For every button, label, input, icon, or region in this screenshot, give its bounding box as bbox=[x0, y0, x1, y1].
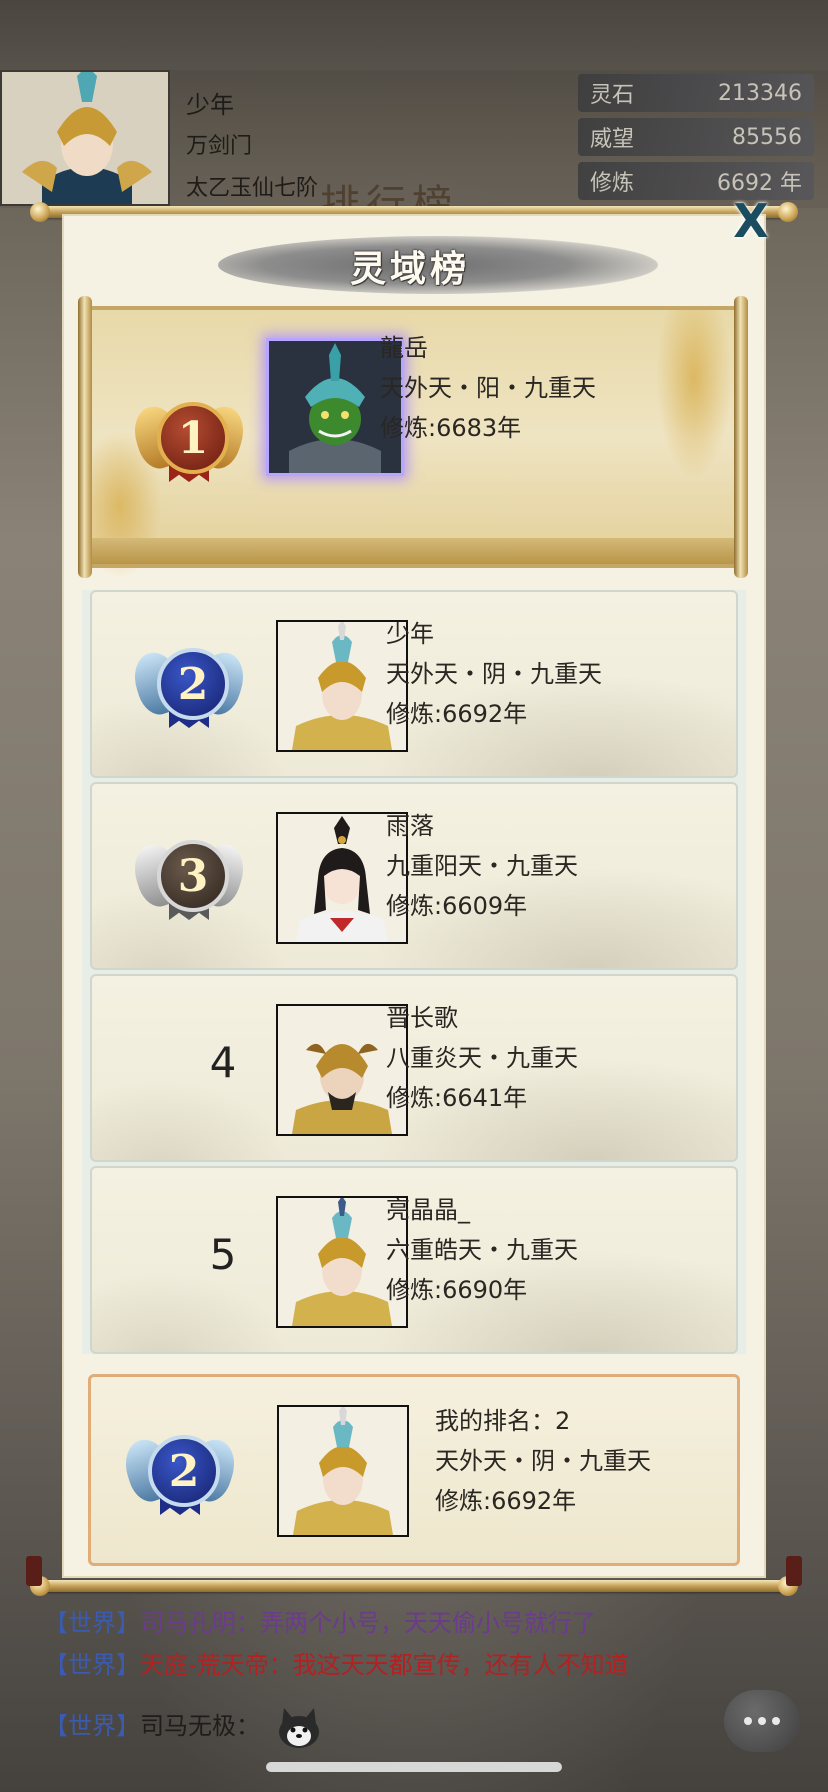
player-cultivation: 修炼:6692年 bbox=[386, 700, 528, 728]
player-cultivation: 修炼:6609年 bbox=[386, 892, 528, 920]
player-sect: 万剑门 bbox=[186, 134, 253, 159]
player-realm: 八重炎天・九重天 bbox=[386, 1044, 578, 1072]
list-item[interactable]: 2 少年 天外天・阴・九重天 修炼:6692年 bbox=[90, 590, 738, 778]
phoenix-ornament-right bbox=[656, 310, 732, 480]
chat-nick[interactable]: 司马无极 bbox=[140, 1712, 236, 1740]
chat-message: 【世界】司马孔明：弄两个小号，天天偷小号就行了 bbox=[44, 1602, 744, 1644]
player-realm: 天外天・阳・九重天 bbox=[380, 374, 596, 402]
chat-text: ： bbox=[236, 1712, 260, 1740]
stats-panel: 灵石 213346 威望 85556 修炼 6692 年 bbox=[578, 74, 814, 206]
stat-label: 威望 bbox=[590, 127, 635, 152]
close-button[interactable]: X bbox=[728, 198, 774, 244]
player-realm: 九重阳天・九重天 bbox=[386, 852, 578, 880]
player-avatar[interactable] bbox=[0, 70, 170, 206]
chat-text: ：弄两个小号，天天偷小号就行了 bbox=[236, 1609, 596, 1637]
stat-cultivation: 修炼 6692 年 bbox=[578, 162, 814, 200]
chat-channel: 【世界】 bbox=[44, 1651, 140, 1679]
player-cultivation: 修炼:6692年 bbox=[435, 1487, 577, 1515]
player-cultivation: 修炼:6690年 bbox=[386, 1276, 528, 1304]
stat-value: 85556 bbox=[732, 124, 802, 150]
chat-message: 【世界】天庭-荒天帝：我这天天都宣传，还有人不知道 bbox=[44, 1644, 744, 1686]
my-rank-label: 我的排名：2 bbox=[435, 1407, 571, 1435]
rank-info: 少年 天外天・阴・九重天 修炼:6692年 bbox=[386, 614, 602, 734]
rank-number: 3 bbox=[157, 840, 229, 912]
rank-info: 亮晶晶_ 六重皓天・九重天 修炼:6690年 bbox=[386, 1190, 578, 1310]
chat-dot-icon bbox=[772, 1717, 780, 1725]
rank-badge-silver: 3 bbox=[127, 828, 251, 928]
player-realm: 太乙玉仙七阶 bbox=[186, 176, 319, 201]
rank-number: 4 bbox=[209, 1038, 237, 1087]
rank-number: 5 bbox=[209, 1230, 237, 1279]
stat-label: 灵石 bbox=[590, 83, 635, 108]
outer-rod-right bbox=[786, 1556, 802, 1586]
rank-row-first[interactable]: 1 龍岳 天外天・阳・九重天 修炼:6683年 bbox=[78, 296, 748, 580]
player-name: 晋长歌 bbox=[386, 1004, 458, 1032]
ranking-list[interactable]: 2 少年 天外天・阴・九重天 修炼:6692年 3 雨落 九重阳天・九重天 修炼… bbox=[82, 590, 746, 1354]
avatar[interactable] bbox=[277, 1405, 409, 1537]
stat-value: 213346 bbox=[718, 80, 802, 106]
scroll-rod-right bbox=[734, 296, 748, 578]
player-realm: 六重皓天・九重天 bbox=[386, 1236, 578, 1264]
chat-dot-icon bbox=[744, 1717, 752, 1725]
rank-number: 2 bbox=[148, 1435, 220, 1507]
list-item[interactable]: 5 亮晶晶_ 六重皓天・九重天 修炼:6690年 bbox=[90, 1166, 738, 1354]
chat-text: ：我这天天都宣传，还有人不知道 bbox=[268, 1651, 629, 1679]
my-rank-card[interactable]: 2 我的排名：2 天外天・阴・九重天 修炼:6692年 bbox=[88, 1374, 740, 1566]
modal-title: 灵域榜 bbox=[349, 248, 470, 290]
player-name: 龍岳 bbox=[380, 334, 428, 362]
player-name: 少年 bbox=[186, 91, 234, 119]
player-cultivation: 修炼:6641年 bbox=[386, 1084, 528, 1112]
rank-info: 龍岳 天外天・阳・九重天 修炼:6683年 bbox=[380, 328, 596, 448]
scroll-rod-left bbox=[78, 296, 92, 578]
chat-nick[interactable]: 天庭-荒天帝 bbox=[140, 1651, 269, 1679]
stat-prestige: 威望 85556 bbox=[578, 118, 814, 156]
chat-nick[interactable]: 司马孔明 bbox=[140, 1609, 236, 1637]
rank-number: 2 bbox=[157, 648, 229, 720]
rank-info: 晋长歌 八重炎天・九重天 修炼:6641年 bbox=[386, 998, 578, 1118]
player-realm: 天外天・阴・九重天 bbox=[386, 660, 602, 688]
player-name: 亮晶晶_ bbox=[386, 1196, 470, 1224]
modal-bottom-rod bbox=[30, 1576, 798, 1596]
player-name: 少年 bbox=[386, 620, 434, 648]
player-cultivation: 修炼:6683年 bbox=[380, 414, 522, 442]
stat-label: 修炼 bbox=[590, 171, 635, 196]
player-realm: 天外天・阴・九重天 bbox=[435, 1447, 651, 1475]
outer-rod-left bbox=[26, 1556, 42, 1586]
dog-emoji-icon bbox=[278, 1708, 319, 1748]
rank-badge-gold: 1 bbox=[127, 390, 251, 490]
list-item[interactable]: 4 晋长歌 八重炎天・九重天 修炼:6641年 bbox=[90, 974, 738, 1162]
stat-spirit-stones: 灵石 213346 bbox=[578, 74, 814, 112]
rank-badge-blue: 2 bbox=[118, 1423, 242, 1523]
golden-helmet-avatar-image bbox=[279, 1407, 407, 1535]
chat-bubble-button[interactable] bbox=[724, 1690, 800, 1752]
player-info: 少年 万剑门 太乙玉仙七阶 bbox=[186, 84, 318, 210]
list-item[interactable]: 3 雨落 九重阳天・九重天 修炼:6609年 bbox=[90, 782, 738, 970]
chat-channel: 【世界】 bbox=[44, 1712, 140, 1740]
stat-value: 6692 年 bbox=[717, 171, 802, 196]
rank-number: 1 bbox=[157, 402, 229, 474]
chat-message: 【世界】司马无极： bbox=[44, 1704, 744, 1750]
rank-badge-blue: 2 bbox=[127, 636, 251, 736]
player-name: 雨落 bbox=[386, 812, 434, 840]
player-avatar-image bbox=[2, 72, 168, 204]
rank-info: 雨落 九重阳天・九重天 修炼:6609年 bbox=[386, 806, 578, 926]
home-indicator[interactable] bbox=[266, 1762, 562, 1772]
chat-channel: 【世界】 bbox=[44, 1609, 140, 1637]
chat-dot-icon bbox=[758, 1717, 766, 1725]
rank-info: 我的排名：2 天外天・阴・九重天 修炼:6692年 bbox=[435, 1401, 651, 1521]
world-chat[interactable]: 【世界】司马孔明：弄两个小号，天天偷小号就行了 【世界】天庭-荒天帝：我这天天都… bbox=[44, 1602, 744, 1750]
